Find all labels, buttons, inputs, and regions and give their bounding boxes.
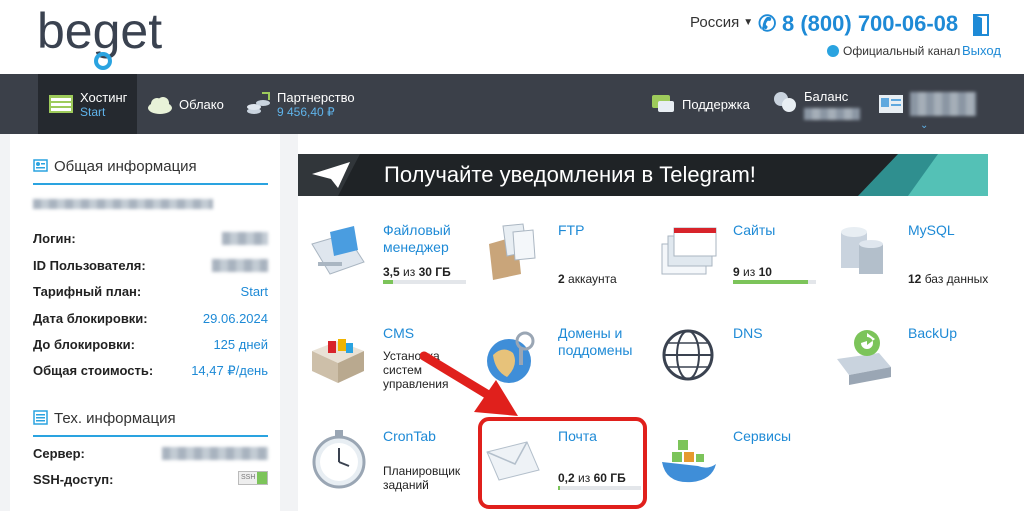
account-name-redacted	[910, 92, 976, 116]
sites-icon	[661, 227, 717, 275]
ssh-toggle[interactable]: SSH	[238, 471, 268, 485]
info-row-plan: Тарифный план: Start	[33, 284, 268, 299]
coins-icon	[247, 92, 270, 114]
dns-network-icon	[662, 329, 714, 381]
backup-drive-icon	[837, 330, 891, 385]
nav-balance-label: Баланс	[804, 89, 849, 104]
exit-icon[interactable]	[971, 13, 991, 37]
cms-box-icon	[312, 339, 364, 383]
ftp-icon	[489, 223, 536, 280]
phone-icon: ✆	[758, 11, 777, 36]
hosting-icon	[49, 95, 73, 113]
region-select[interactable]: Россия ▼	[690, 14, 753, 31]
tile-file-manager[interactable]: Файловый менеджер 3,5 из 30 ГБ	[308, 222, 478, 317]
database-icon	[841, 227, 883, 274]
mail-highlight-frame	[478, 417, 647, 509]
tile-services[interactable]: Сервисы	[658, 428, 828, 511]
account-email-redacted	[33, 199, 213, 209]
account-chevron-down-icon[interactable]: ⌄	[920, 120, 928, 131]
nav-support[interactable]: Поддержка	[650, 74, 750, 134]
file-usage: 3,5 из 30 ГБ	[383, 265, 451, 279]
nav-hosting-plan: Start	[80, 104, 106, 119]
beget-logo[interactable]: beget	[37, 4, 177, 70]
nav-partner-amount: 9 456,40 ₽	[277, 104, 335, 119]
stopwatch-icon	[312, 430, 366, 489]
tile-mysql[interactable]: MySQL 12 баз данных	[833, 222, 1003, 317]
mysql-databases: 12 баз данных	[908, 272, 989, 286]
tile-dns[interactable]: DNS	[658, 325, 828, 420]
info-row-server: Сервер:	[33, 444, 268, 464]
telegram-icon	[827, 45, 839, 57]
nav-cloud[interactable]: Облако	[147, 74, 224, 134]
balance-value-redacted	[804, 108, 860, 120]
nav-hosting-label: Хостинг	[80, 89, 128, 105]
general-info-heading: Общая информация	[33, 158, 197, 175]
info-row-ssh: SSH-доступ: SSH	[33, 470, 268, 490]
ftp-accounts: 2 аккаунта	[558, 272, 617, 286]
svg-text:beget: beget	[37, 4, 162, 59]
user-id-value-redacted	[212, 259, 268, 272]
nav-support-label: Поддержка	[682, 96, 750, 112]
top-header: beget Россия ▼ ✆ 8 (800) 700-06-08 Официал…	[0, 0, 1024, 74]
tech-info-heading: Тех. информация	[33, 410, 176, 427]
tile-crontab[interactable]: CronTab Планировщик заданий	[308, 428, 478, 511]
cloud-icon	[148, 97, 172, 114]
info-row-cost: Общая стоимость: 14,47 ₽/день	[33, 363, 268, 378]
nav-cloud-label: Облако	[179, 96, 224, 112]
server-icon	[33, 410, 48, 425]
red-arrow-annotation	[420, 351, 518, 416]
balance-icon	[774, 92, 796, 112]
sites-usage-bar	[733, 280, 816, 284]
sites-usage: 9 из 10	[733, 265, 772, 279]
info-row-block-date: Дата блокировки: 29.06.2024	[33, 311, 268, 326]
divider	[33, 435, 268, 437]
plan-link[interactable]: Start	[241, 284, 268, 299]
file-usage-bar	[383, 280, 466, 284]
services-panel: Получайте уведомления в Telegram! Файлов…	[298, 134, 1024, 511]
account-card-icon	[879, 95, 903, 113]
banner-text: Получайте уведомления в Telegram!	[384, 162, 756, 187]
nav-partner-label: Партнерство	[277, 89, 355, 105]
login-value-redacted	[222, 232, 268, 245]
info-row-login: Логин:	[33, 229, 268, 249]
cron-description: Планировщик заданий	[383, 464, 461, 492]
telegram-banner[interactable]: Получайте уведомления в Telegram!	[298, 154, 988, 196]
tile-backup[interactable]: BackUp	[833, 325, 1003, 420]
telegram-channel-link[interactable]: Официальный канал	[827, 44, 960, 58]
file-manager-icon	[311, 226, 365, 275]
info-row-days-left: До блокировки: 125 дней	[33, 337, 268, 352]
nav-hosting[interactable]: Хостинг Start	[38, 74, 137, 134]
nav-partner[interactable]: Партнерство 9 456,40 ₽	[245, 74, 355, 134]
account-sidebar: Общая информация Логин: ID Пользователя:…	[10, 134, 280, 511]
info-row-user-id: ID Пользователя:	[33, 256, 268, 276]
id-card-icon	[33, 159, 48, 172]
tile-sites[interactable]: Сайты 9 из 10	[658, 222, 828, 317]
exit-link[interactable]: Выход	[962, 43, 1001, 58]
phone-number[interactable]: ✆ 8 (800) 700-06-08	[758, 11, 958, 37]
divider	[33, 183, 268, 185]
nav-balance[interactable]: Баланс	[772, 74, 860, 134]
server-value-redacted	[162, 447, 268, 460]
support-chat-icon	[652, 95, 674, 112]
main-nav: Хостинг Start Облако Партнерство 9 456,40 …	[0, 74, 1024, 134]
services-whale-icon	[662, 440, 716, 483]
tile-ftp[interactable]: FTP 2 аккаунта	[483, 222, 653, 317]
